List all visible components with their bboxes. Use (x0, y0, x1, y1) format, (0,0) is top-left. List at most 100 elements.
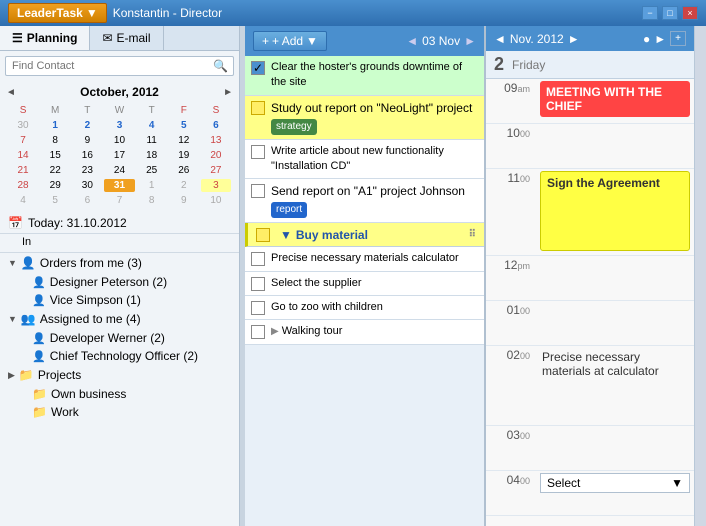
cal-day-6b[interactable]: 6 (72, 194, 102, 207)
cal-day-10b[interactable]: 10 (201, 194, 231, 207)
cal-day-29[interactable]: 29 (40, 179, 70, 192)
cal-day-7[interactable]: 7 (8, 134, 38, 147)
cal-day-1[interactable]: 1 (40, 119, 70, 132)
cal-day-22[interactable]: 22 (40, 164, 70, 177)
cal-day-8b[interactable]: 8 (137, 194, 167, 207)
cal-day-9[interactable]: 9 (72, 134, 102, 147)
cal-view-option-button[interactable]: ● (643, 32, 650, 46)
cal-day-21[interactable]: 21 (8, 164, 38, 177)
cal-day-19[interactable]: 19 (169, 149, 199, 162)
task-date-prev-button[interactable]: ◄ (406, 34, 418, 48)
search-bar: 🔍 (5, 56, 234, 76)
cal-day-20[interactable]: 20 (201, 149, 231, 162)
leadertask-button[interactable]: LeaderTask ▼ (8, 3, 107, 23)
cal-day-26[interactable]: 26 (169, 164, 199, 177)
cal-day-14[interactable]: 14 (8, 149, 38, 162)
in-label[interactable]: In (0, 234, 239, 253)
cal-day-28[interactable]: 28 (8, 179, 38, 192)
cal-day-4[interactable]: 4 (137, 119, 167, 132)
task-checkbox-2[interactable] (251, 101, 265, 115)
cal-prev-button[interactable]: ◄ (6, 87, 16, 98)
maximize-button[interactable]: □ (662, 6, 678, 20)
cal-day-12[interactable]: 12 (169, 134, 199, 147)
minimize-button[interactable]: − (642, 6, 658, 20)
cal-day-24[interactable]: 24 (104, 164, 134, 177)
sub-chief-tech[interactable]: 👤 Chief Technology Officer (2) (0, 347, 239, 365)
cal-day-17[interactable]: 17 (104, 149, 134, 162)
projects-section[interactable]: ▶ 📁 Projects (0, 365, 239, 385)
task-checkbox-8[interactable] (251, 301, 265, 315)
cal-day-2[interactable]: 2 (72, 119, 102, 132)
cal-month-next-button[interactable]: ► (568, 32, 580, 46)
scrollbar[interactable] (694, 26, 706, 526)
cal-day-13[interactable]: 13 (201, 134, 231, 147)
task-item[interactable]: Write article about new functionality "I… (245, 140, 484, 180)
sub-own-business[interactable]: 📁 Own business (0, 385, 239, 403)
sub-vice-simpson[interactable]: 👤 Vice Simpson (1) (0, 291, 239, 309)
search-input[interactable] (6, 57, 208, 75)
select-dropdown[interactable]: Select ▼ (540, 473, 690, 493)
cal-day-5[interactable]: 5 (169, 119, 199, 132)
cal-day-1b[interactable]: 1 (137, 179, 167, 192)
task-item[interactable]: Study out report on "NeoLight" project s… (245, 96, 484, 140)
cal-day-9b[interactable]: 9 (169, 194, 199, 207)
task-checkbox-7[interactable] (251, 277, 265, 291)
meeting-event[interactable]: MEETING WITH THE CHIEF (540, 81, 690, 117)
cal-day-30b[interactable]: 30 (72, 179, 102, 192)
cal-day-3b[interactable]: 3 (201, 179, 231, 192)
orders-section[interactable]: ▼ 👤 Orders from me (3) (0, 253, 239, 273)
cal-day-8[interactable]: 8 (40, 134, 70, 147)
time-hour-9: 09 (504, 81, 517, 95)
cal-day-27[interactable]: 27 (201, 164, 231, 177)
task-checkbox-9[interactable] (251, 325, 265, 339)
sub-work[interactable]: 📁 Work (0, 403, 239, 421)
drag-handle-icon: ⠿ (469, 229, 476, 240)
task-item[interactable]: ✓ Clear the hoster's grounds downtime of… (245, 56, 484, 96)
cal-day-6[interactable]: 6 (201, 119, 231, 132)
add-task-button[interactable]: + + Add ▼ (253, 31, 327, 51)
cal-day-16[interactable]: 16 (72, 149, 102, 162)
today-text: Today: 31.10.2012 (28, 216, 127, 230)
task-checkbox-1[interactable]: ✓ (251, 61, 265, 75)
cal-day-18[interactable]: 18 (137, 149, 167, 162)
task-group-buy-material[interactable]: ▼ Buy material ⠿ (245, 223, 484, 247)
task-checkbox-3[interactable] (251, 145, 265, 159)
task-date-next-button[interactable]: ► (464, 34, 476, 48)
cal-time-scroll[interactable]: 09am MEETING WITH THE CHIEF 1000 1100 (486, 79, 694, 526)
tab-planning[interactable]: ☰ Planning (0, 26, 90, 50)
cal-day-30[interactable]: 30 (8, 119, 38, 132)
close-button[interactable]: × (682, 6, 698, 20)
task-checkbox-6[interactable] (251, 252, 265, 266)
cal-day-23[interactable]: 23 (72, 164, 102, 177)
sub-designer-peterson[interactable]: 👤 Designer Peterson (2) (0, 273, 239, 291)
sub-developer-werner[interactable]: 👤 Developer Werner (2) (0, 329, 239, 347)
cal-day-7b[interactable]: 7 (104, 194, 134, 207)
cal-month-year-label: Nov. 2012 (510, 32, 564, 46)
cal-next-button[interactable]: ► (223, 87, 233, 98)
task-checkbox-group[interactable] (256, 228, 270, 242)
sign-agreement-event[interactable]: Sign the Agreement (540, 171, 690, 251)
task-item[interactable]: ▶ Walking tour (245, 320, 484, 344)
cal-month-prev-button[interactable]: ◄ (494, 32, 506, 46)
search-button[interactable]: 🔍 (208, 57, 233, 75)
cal-day-10[interactable]: 10 (104, 134, 134, 147)
cal-day-25[interactable]: 25 (137, 164, 167, 177)
tab-email[interactable]: ✉ E-mail (90, 26, 163, 50)
task-checkbox-4[interactable] (251, 184, 265, 198)
cal-day-5b[interactable]: 5 (40, 194, 70, 207)
window-title: Konstantin - Director (113, 6, 222, 20)
task-item[interactable]: Precise necessary materials calculator (245, 247, 484, 271)
cal-day-11[interactable]: 11 (137, 134, 167, 147)
cal-add-event-button[interactable]: + (670, 31, 686, 46)
task-item[interactable]: Go to zoo with children (245, 296, 484, 320)
cal-day-2b[interactable]: 2 (169, 179, 199, 192)
cal-day-15[interactable]: 15 (40, 149, 70, 162)
assigned-section[interactable]: ▼ 👥 Assigned to me (4) (0, 309, 239, 329)
cal-day-31[interactable]: 31 (104, 179, 134, 192)
cal-day-4b[interactable]: 4 (8, 194, 38, 207)
task-item[interactable]: Send report on "A1" project Johnson repo… (245, 179, 484, 223)
cal-panel-next-button[interactable]: ► (654, 32, 666, 46)
cal-day-name: Friday (512, 58, 545, 75)
task-item[interactable]: Select the supplier (245, 272, 484, 296)
cal-day-3[interactable]: 3 (104, 119, 134, 132)
